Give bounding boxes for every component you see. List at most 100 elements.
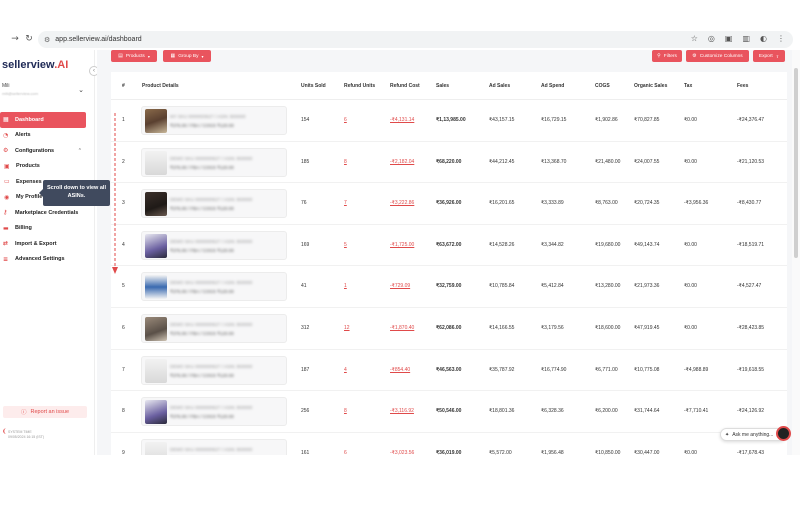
product-card[interactable]: MY SKU 0000000627 / ASIN: B00000 ₹376.00 … [141, 106, 287, 135]
page-scrollbar[interactable] [792, 50, 800, 455]
cell-n: 7 [122, 366, 125, 373]
cell-cogs: ₹8,763.00 [595, 200, 618, 207]
cell-ref-cost[interactable]: -₹1,725.00 [390, 242, 414, 248]
cell-cogs: ₹6,200.00 [595, 408, 618, 415]
sidebar-item-products[interactable]: ▣ Products [0, 159, 88, 175]
column-header-cogs[interactable]: COGS [595, 83, 610, 89]
table-row[interactable]: 7 187 4 -₹854.40 ₹46,563.00 ₹35,787.92 ₹16,774… [111, 350, 787, 392]
export-button[interactable]: Export ⇪ [753, 50, 785, 62]
cell-ref-units[interactable]: 1 [344, 283, 347, 289]
sidebar-item-marketplace-credentials[interactable]: ⚷ Marketplace Credentials [0, 205, 88, 221]
product-card[interactable]: DEMO SKU 0000000627 / ASIN: B00000₹376.0… [141, 314, 287, 343]
cell-ref-units[interactable]: 4 [344, 367, 347, 373]
report-issue-button[interactable]: ⓘ Report an issue [3, 406, 87, 418]
sidebar-item-dashboard[interactable]: ▦ Dashboard [0, 112, 86, 128]
column-header-refund-units[interactable]: Refund Units [344, 83, 375, 89]
product-card[interactable]: DEMO SKU 0000000627 / ASIN: B00000₹376.0… [141, 230, 287, 260]
product-card[interactable]: DEMO SKU 0000000627 / ASIN: B00000₹376.0… [141, 355, 287, 385]
product-card[interactable]: DEMO SKU 0000000627 / ASIN: B00000 ₹376.0… [141, 397, 287, 427]
product-card[interactable]: DEMO SKU 0000000627 / ASIN: B00000₹376.0… [141, 272, 287, 302]
sidebar-item-configurations[interactable]: ⚙ Configurations ⌃ [0, 143, 88, 159]
cell-units: 76 [301, 200, 307, 207]
sidebar-item-advanced-settings[interactable]: ≡ Advanced Settings [0, 252, 88, 268]
cell-organic: ₹49,143.74 [634, 241, 660, 248]
product-card[interactable]: DEMO SKU 0000000627 / ASIN: B00000₹376.0… [141, 147, 287, 177]
cell-ref-units[interactable]: 8 [344, 408, 347, 414]
cell-ref-units[interactable]: 7 [344, 200, 347, 206]
product-thumbnail [145, 400, 167, 425]
table-row[interactable]: 3 76 7 -₹3,222.86 ₹36,926.00 ₹16,201.65 ₹3,333… [111, 183, 787, 225]
sidebar-item-import-export[interactable]: ⇄ Import & Export [0, 236, 88, 252]
sidebar: sellerview.AI ‹ Mili mili@sellerview.com… [0, 50, 99, 455]
cell-ref-cost[interactable]: -₹1,870.40 [390, 325, 414, 331]
box-icon: ▣ [4, 162, 10, 170]
chat-avatar[interactable] [776, 426, 791, 441]
cell-ref-cost[interactable]: -₹3,222.86 [390, 200, 414, 206]
table-row[interactable]: 8 256 8 -₹3,116.92 ₹50,546.00 ₹18,801.36 ₹6,32… [111, 391, 787, 433]
table-row[interactable]: 4 169 5 -₹1,725.00 ₹63,672.00 ₹14,528.26 ₹3,34… [111, 225, 787, 267]
sidebar-item-billing[interactable]: ▬ Billing [0, 221, 88, 237]
product-card[interactable]: DEMO SKU 0000000627 / ASIN: B00000₹376.0… [141, 438, 287, 455]
product-sku: DEMO SKU 0000000627 / ASIN: B00000 [170, 405, 253, 411]
table-row[interactable]: 9 161 6 -₹3,023.56 ₹36,019.00 ₹5,572.00 ₹1,956… [111, 433, 787, 455]
menu-icon[interactable]: ⋮ [777, 34, 785, 43]
sliders-icon: ≡ [3, 255, 9, 263]
bookmark-star-icon[interactable]: ☆ [691, 34, 698, 43]
sidebar-item-alerts[interactable]: ◔ Alerts [0, 128, 88, 144]
cell-units: 169 [301, 241, 310, 248]
profile-icon[interactable]: ◎ [708, 34, 715, 43]
cell-ref-units[interactable]: 6 [344, 450, 347, 455]
column-header-product-details[interactable]: Product Details [142, 83, 179, 89]
address-bar[interactable]: ⚙ app.sellerview.ai/dashboard ☆ ◎ ▣ ▥ ◐ … [38, 31, 793, 48]
cell-fees: -₹17,678.43 [737, 449, 765, 455]
column-header-tax[interactable]: Tax [684, 83, 692, 89]
sidebar-item-label: Expenses [16, 178, 42, 185]
filters-button[interactable]: ⚲ Filters [652, 50, 682, 62]
cell-ref-units[interactable]: 12 [344, 325, 350, 331]
logo[interactable]: sellerview.AI [2, 59, 68, 71]
cell-ref-cost[interactable]: -₹3,023.56 [390, 450, 414, 455]
cell-ref-units[interactable]: 8 [344, 159, 347, 165]
column-header-ad-sales[interactable]: Ad Sales [489, 83, 510, 89]
chevron-up-icon[interactable]: ⌃ [78, 148, 82, 154]
user-menu[interactable]: Mili mili@sellerview.com ⌄ [2, 83, 86, 101]
extensions-icon[interactable]: ▣ [725, 34, 733, 43]
product-sku: DEMO SKU 0000000627 / ASIN: B00000 [170, 446, 253, 452]
column-header-fees[interactable]: Fees [737, 83, 748, 89]
account-icon[interactable]: ◐ [760, 34, 767, 43]
customize-columns-button[interactable]: ⚙ Customize Columns [686, 50, 749, 62]
sidebar-item-label: Import & Export [15, 240, 57, 247]
cell-ref-units[interactable]: 6 [344, 117, 347, 123]
cell-ref-cost[interactable]: -₹729.09 [390, 283, 410, 289]
forward-icon[interactable]: → [8, 34, 22, 44]
column-header-ad-spend[interactable]: Ad Spend [541, 83, 564, 89]
group-by-dropdown[interactable]: ▦ Group By ▾ [163, 50, 211, 62]
column-header-sales[interactable]: Sales [436, 83, 449, 89]
product-card[interactable]: DEMO SKU 0000000627 / ASIN: B00000₹376.0… [141, 189, 287, 219]
cell-ref-cost[interactable]: -₹854.40 [390, 367, 410, 373]
product-sku: DEMO SKU 0000000627 / ASIN: B00000 [170, 280, 253, 286]
cell-ref-cost[interactable]: -₹3,116.92 [390, 408, 414, 414]
column-header-organic-sales[interactable]: Organic Sales [634, 83, 667, 89]
cell-sales: ₹36,019.00 [436, 449, 462, 455]
column-header-[interactable]: # [122, 83, 125, 89]
cell-units: 41 [301, 283, 307, 290]
sidepanel-icon[interactable]: ▥ [742, 34, 750, 43]
table-row[interactable]: 5 41 1 -₹729.09 ₹32,759.00 ₹10,785.84 ₹5,412.8… [111, 266, 787, 308]
chevron-down-icon[interactable]: ⌄ [78, 86, 84, 94]
table-row[interactable]: 6 312 12 -₹1,870.40 ₹62,086.00 ₹14,166.55 ₹3,1… [111, 308, 787, 350]
product-sku: DEMO SKU 0000000627 / ASIN: B00000 [170, 197, 253, 203]
cell-ref-units[interactable]: 5 [344, 242, 347, 248]
scrollbar-thumb[interactable] [794, 68, 798, 258]
column-header-units-sold[interactable]: Units Sold [301, 83, 326, 89]
site-info-icon[interactable]: ⚙ [44, 36, 50, 44]
product-price: ₹376.00 / FBA / COGS ₹120.00 [170, 414, 234, 420]
cell-ref-cost[interactable]: -₹2,182.04 [390, 159, 414, 165]
cell-ref-cost[interactable]: -₹4,131.14 [390, 117, 414, 123]
table-row[interactable]: 1 154 6 -₹4,131.14 ₹1,13,985.00 ₹43,157.15 ₹16… [111, 100, 787, 142]
cell-n: 9 [122, 449, 125, 455]
table-row[interactable]: 2 185 8 -₹2,182.04 ₹68,220.00 ₹44,212.45 ₹13,3… [111, 142, 787, 184]
column-header-refund-cost[interactable]: Refund Cost [390, 83, 420, 89]
reload-icon[interactable]: ↻ [22, 34, 36, 44]
products-dropdown[interactable]: ▤ Products ▾ [111, 50, 157, 62]
